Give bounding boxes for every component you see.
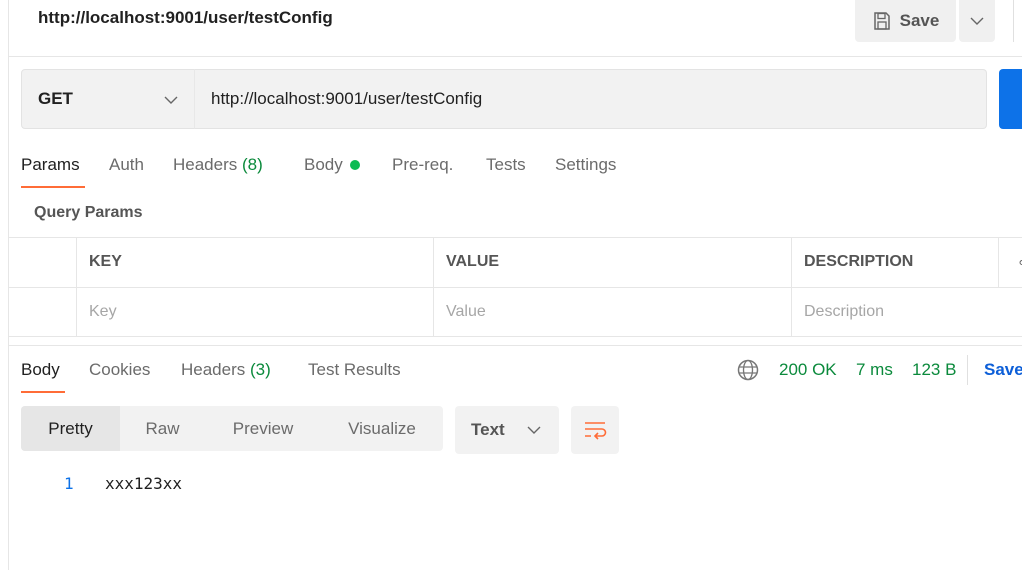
table-border: [8, 336, 1022, 337]
save-response-button[interactable]: Save: [984, 360, 1022, 380]
column-header-key: KEY: [89, 253, 122, 270]
response-tab-headers[interactable]: Headers (3): [181, 360, 271, 380]
request-title: http://localhost:9001/user/testConfig: [38, 8, 333, 27]
send-button[interactable]: [999, 69, 1022, 129]
response-body-text[interactable]: xxx123xx: [105, 474, 182, 493]
value-input[interactable]: Value: [433, 287, 791, 336]
chevron-down-icon: [527, 426, 541, 434]
method-value: GET: [38, 89, 73, 108]
line-number: 1: [64, 474, 74, 493]
tab-settings[interactable]: Settings: [555, 155, 616, 175]
view-raw[interactable]: Raw: [120, 406, 205, 451]
chevron-down-icon: [970, 17, 984, 25]
tab-pre-request[interactable]: Pre-req.: [392, 155, 453, 175]
column-header-value: VALUE: [446, 253, 500, 270]
column-header-description: DESCRIPTION: [804, 253, 914, 270]
method-select[interactable]: GET: [21, 69, 195, 129]
tab-headers[interactable]: Headers (8): [173, 155, 263, 175]
column-divider: [998, 237, 999, 287]
divider: [8, 345, 1022, 346]
headers-count: (3): [250, 360, 271, 379]
save-button[interactable]: Save: [855, 0, 956, 42]
save-options-button[interactable]: [959, 0, 995, 42]
tab-auth[interactable]: Auth: [109, 155, 144, 175]
tab-tests[interactable]: Tests: [486, 155, 526, 175]
chevron-down-icon: [164, 96, 178, 104]
save-icon: [873, 12, 890, 30]
globe-icon[interactable]: [737, 359, 759, 381]
status-code[interactable]: 200 OK: [779, 360, 837, 380]
response-tab-cookies[interactable]: Cookies: [89, 360, 150, 380]
headers-count: (8): [242, 155, 263, 174]
tab-body[interactable]: Body: [304, 155, 361, 175]
view-visualize[interactable]: Visualize: [321, 406, 443, 451]
response-tab-test-results[interactable]: Test Results: [308, 360, 401, 380]
view-pretty[interactable]: Pretty: [21, 406, 120, 451]
wrap-lines-icon: [585, 422, 607, 440]
response-size[interactable]: 123 B: [912, 360, 956, 380]
response-time[interactable]: 7 ms: [856, 360, 893, 380]
format-select[interactable]: Text: [455, 406, 559, 454]
active-tab-indicator: [21, 391, 65, 393]
active-tab-indicator: [21, 186, 85, 188]
url-input[interactable]: http://localhost:9001/user/testConfig: [194, 69, 987, 129]
format-value: Text: [471, 420, 505, 439]
view-mode-selector: Pretty Raw Preview Visualize: [21, 406, 443, 451]
divider: [8, 56, 1022, 57]
divider: [967, 355, 968, 385]
query-params-title: Query Params: [34, 204, 143, 221]
body-dot-icon: [350, 160, 361, 170]
response-tab-body[interactable]: Body: [21, 360, 60, 380]
tab-params[interactable]: Params: [21, 155, 80, 175]
view-preview[interactable]: Preview: [205, 406, 321, 451]
divider: [1013, 0, 1014, 42]
description-input[interactable]: Description: [791, 287, 1022, 336]
left-border: [8, 0, 9, 570]
more-options-icon[interactable]: ∘: [1004, 237, 1022, 287]
key-input[interactable]: Key: [76, 287, 433, 336]
wrap-lines-button[interactable]: [571, 406, 619, 454]
save-label: Save: [899, 11, 940, 30]
